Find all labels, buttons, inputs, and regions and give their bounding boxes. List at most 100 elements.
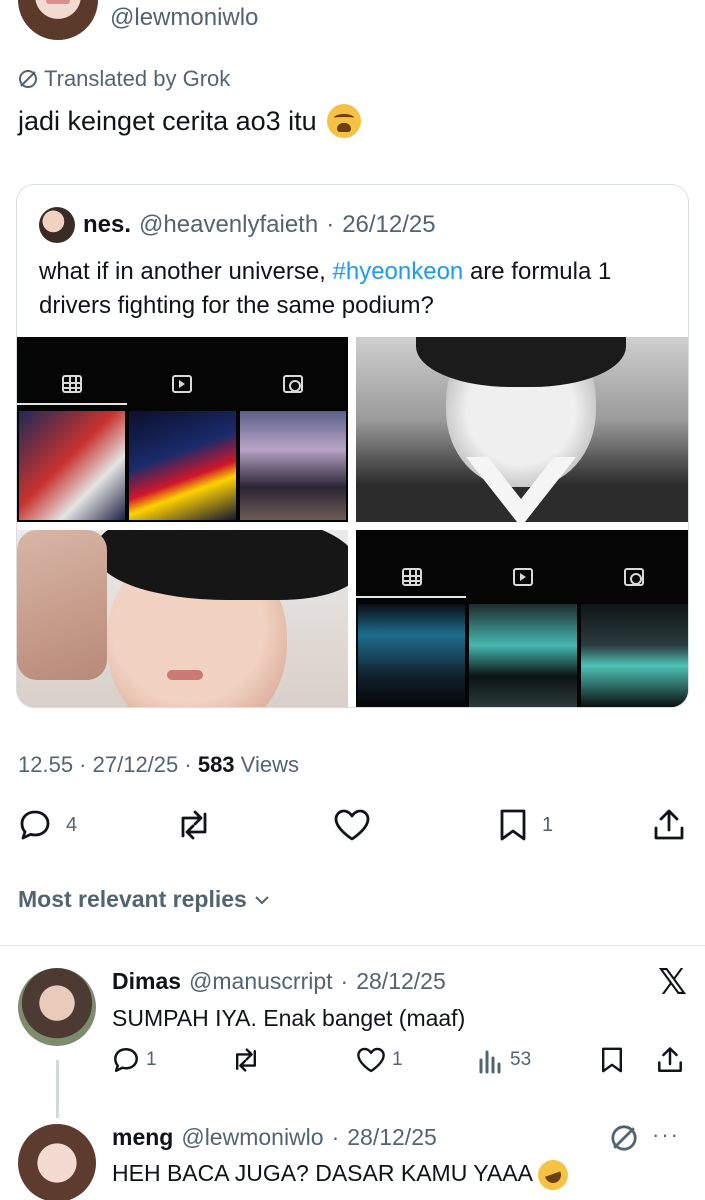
thumbnail-row xyxy=(19,411,346,520)
thumbnail xyxy=(19,411,126,520)
media-grid xyxy=(17,337,688,707)
reply-button[interactable]: 4 xyxy=(18,808,77,842)
views-label: Views xyxy=(240,752,299,777)
media-image-2[interactable] xyxy=(356,337,688,522)
tweet-text: jadi keinget cerita ao3 itu xyxy=(18,104,361,138)
quoted-tweet-header: nes. @heavenlyfaieth · 26/12/25 xyxy=(39,207,436,243)
reply-date: 28/12/25 xyxy=(356,968,446,994)
reply-reply-button[interactable]: 1 xyxy=(112,1046,157,1074)
portrait-hand xyxy=(17,530,107,680)
thread-line xyxy=(56,1060,59,1118)
reply-avatar[interactable] xyxy=(18,1124,96,1200)
bookmark-button[interactable]: 1 xyxy=(498,808,553,842)
quoted-name[interactable]: nes. xyxy=(83,211,131,239)
translated-text: Translated by Grok xyxy=(44,66,231,91)
replies-sort-label: Most relevant replies xyxy=(18,886,247,912)
reply-like-count: 1 xyxy=(392,1049,403,1070)
reply-body: HEH BACA JUGA? DASAR KAMU YAAA xyxy=(112,1160,532,1187)
tweet-action-bar: 4 1 xyxy=(18,808,688,848)
separator-dot: · xyxy=(340,968,349,994)
like-icon xyxy=(357,1047,385,1073)
retweet-icon xyxy=(181,810,207,840)
tweet-time: 12.55 xyxy=(18,752,74,777)
weary-face-emoji xyxy=(326,104,361,138)
reels-icon xyxy=(172,375,193,393)
profile-tab-icons xyxy=(356,568,688,586)
reply-count: 4 xyxy=(66,813,78,836)
reply-header: Dimas @manuscrript · 28/12/25 xyxy=(112,968,446,995)
tweet-meta: 12.55 · 27/12/25 · 583 Views xyxy=(18,752,299,777)
reply-reply-count: 1 xyxy=(146,1049,157,1070)
grok-icon[interactable] xyxy=(610,1124,638,1152)
thumbnail xyxy=(358,604,466,707)
quoted-text: what if in another universe, #hyeonkeon … xyxy=(39,255,659,323)
reply-share-button[interactable] xyxy=(656,1046,684,1074)
quoted-handle[interactable]: @heavenlyfaieth xyxy=(139,211,318,239)
views-icon xyxy=(479,1050,501,1074)
tweet-body: jadi keinget cerita ao3 itu xyxy=(18,105,317,136)
media-image-3[interactable] xyxy=(17,530,348,707)
author-avatar[interactable] xyxy=(18,0,98,40)
reply-text: SUMPAH IYA. Enak banget (maaf) xyxy=(112,1005,466,1031)
grok-icon xyxy=(19,70,37,88)
share-button[interactable] xyxy=(652,808,686,842)
separator-dot: · xyxy=(326,211,335,238)
grid-icon xyxy=(62,375,83,393)
like-icon xyxy=(334,809,370,841)
media-image-1[interactable] xyxy=(17,337,348,522)
portrait-lips xyxy=(167,670,203,680)
bookmark-count: 1 xyxy=(542,813,554,836)
reply-views-count: 53 xyxy=(510,1049,532,1070)
quoted-tweet[interactable]: nes. @heavenlyfaieth · 26/12/25 what if … xyxy=(16,184,689,708)
reply-icon xyxy=(114,1048,138,1072)
quoted-date: 26/12/25 xyxy=(342,211,436,238)
thumbnail xyxy=(580,604,688,707)
chevron-down-icon xyxy=(255,895,269,904)
reply-icon xyxy=(20,810,50,840)
thumbnail xyxy=(129,411,236,520)
reply-handle[interactable]: @manuscrript xyxy=(189,968,333,995)
reply-name[interactable]: Dimas xyxy=(112,968,181,995)
reply-handle[interactable]: @lewmoniwlo xyxy=(181,1124,323,1151)
share-icon xyxy=(658,1047,682,1072)
media-image-4[interactable] xyxy=(356,530,688,707)
like-button[interactable] xyxy=(333,808,371,842)
reply-header: meng @lewmoniwlo · 28/12/25 xyxy=(112,1124,437,1151)
reply-retweet-button[interactable] xyxy=(230,1046,262,1074)
thumbnail-row xyxy=(358,604,688,707)
bookmark-icon xyxy=(500,809,526,841)
translated-label[interactable]: Translated by Grok xyxy=(18,66,230,92)
views-count: 583 xyxy=(197,752,235,777)
x-logo-icon: 𝕏 xyxy=(657,962,687,1003)
quoted-avatar[interactable] xyxy=(39,207,75,243)
reply-like-button[interactable]: 1 xyxy=(356,1046,403,1074)
rofl-emoji xyxy=(533,1155,573,1195)
retweet-button[interactable] xyxy=(174,808,214,842)
author-handle[interactable]: @lewmoniwlo xyxy=(110,4,258,32)
retweet-icon xyxy=(236,1048,256,1072)
tweet-date: 27/12/25 xyxy=(92,752,179,777)
bookmark-icon xyxy=(602,1047,622,1073)
quoted-text-part: what if in another universe, xyxy=(39,258,333,285)
profile-tab-icons xyxy=(17,375,348,393)
tagged-icon xyxy=(624,568,645,586)
tab-underline xyxy=(356,596,466,598)
more-icon[interactable]: ··· xyxy=(652,1122,680,1148)
share-icon xyxy=(654,809,684,840)
replies-sort-dropdown[interactable]: Most relevant replies xyxy=(18,886,271,913)
reply-date: 28/12/25 xyxy=(347,1124,437,1150)
separator-dot: · xyxy=(331,1124,340,1150)
divider xyxy=(0,945,705,946)
thumbnail xyxy=(239,411,346,520)
reply-text: HEH BACA JUGA? DASAR KAMU YAAA xyxy=(112,1155,573,1195)
reply-action-bar: 1 1 53 xyxy=(112,1046,687,1082)
reply-bookmark-button[interactable] xyxy=(600,1046,624,1074)
grid-icon xyxy=(401,568,422,586)
thumbnail xyxy=(469,604,577,707)
tagged-icon xyxy=(282,375,303,393)
reply-avatar[interactable] xyxy=(18,968,96,1046)
hashtag-link[interactable]: #hyeonkeon xyxy=(333,258,464,285)
reply-name[interactable]: meng xyxy=(112,1124,173,1151)
reels-icon xyxy=(512,568,533,586)
reply-views-button[interactable]: 53 xyxy=(478,1046,531,1074)
